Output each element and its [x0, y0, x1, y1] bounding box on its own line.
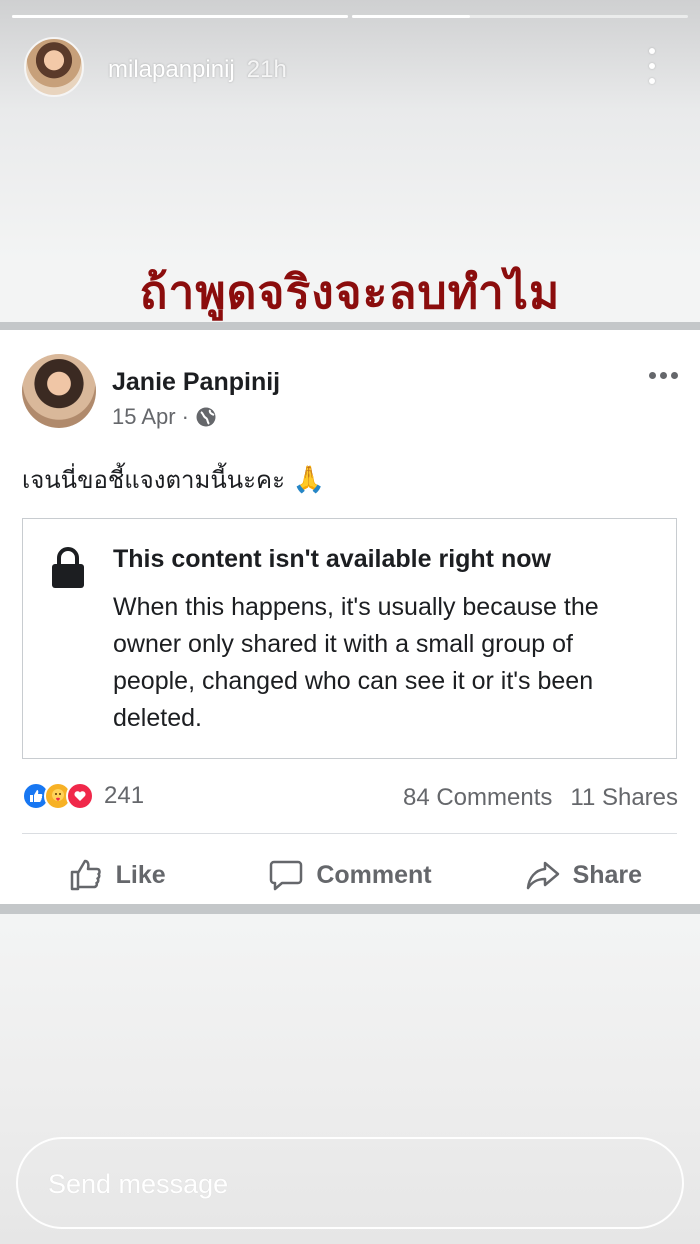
shares-count: 11 Shares	[570, 784, 678, 811]
comment-button: Comment	[233, 845, 466, 905]
globe-icon	[196, 407, 216, 427]
story-avatar[interactable]	[24, 37, 84, 97]
post-meta: 15 Apr ·	[112, 404, 217, 430]
comments-count: 84 Comments	[402, 784, 553, 811]
facebook-post-screenshot: Janie Panpinij 15 Apr · เจนนี่ขอชี้แจงตา…	[0, 322, 700, 914]
send-message-input[interactable]: Send message	[16, 1137, 684, 1229]
divider	[22, 833, 677, 834]
post-actions: Like Comment Share	[0, 845, 700, 905]
praying-hands-icon: 🙏	[292, 465, 325, 495]
like-button: Like	[0, 845, 233, 905]
story-progress-bar-1	[12, 15, 348, 18]
story-header: milapanpinij 21h	[108, 56, 287, 84]
love-reaction-icon	[66, 782, 94, 810]
post-more-icon	[649, 372, 678, 379]
unavailable-body: When this happens, it's usually because …	[113, 593, 599, 732]
post-date: 15 Apr	[112, 404, 176, 429]
send-message-placeholder: Send message	[48, 1169, 229, 1199]
post-author-name: Janie Panpinij	[112, 368, 281, 396]
story-caption: ถ้าพูดจริงจะลบทำไม	[139, 265, 561, 319]
reaction-count: 241	[104, 782, 145, 809]
story-progress-bar-2	[352, 15, 688, 18]
post-text: เจนนี่ขอชี้แจงตามนี้นะคะ 🙏	[22, 460, 325, 499]
thumbs-up-icon	[70, 859, 101, 891]
reaction-summary: 241	[22, 782, 144, 810]
unavailable-content-box: This content isn't available right now W…	[22, 518, 677, 759]
story-username[interactable]: milapanpinij	[108, 56, 235, 83]
post-text-body: เจนนี่ขอชี้แจงตามนี้นะคะ	[22, 466, 285, 494]
lock-icon	[52, 547, 84, 588]
unavailable-title: This content isn't available right now	[113, 545, 551, 573]
post-author-avatar	[22, 354, 96, 428]
story-time: 21h	[246, 56, 287, 83]
progress-fill-2	[352, 15, 470, 18]
comment-label: Comment	[316, 860, 432, 889]
progress-fill-1	[12, 15, 348, 18]
post-stats: 84 Comments 11 Shares	[403, 784, 678, 812]
like-label: Like	[115, 860, 166, 889]
share-button: Share	[467, 845, 700, 905]
share-arrow-icon	[526, 861, 559, 890]
comment-bubble-icon	[270, 860, 303, 891]
share-label: Share	[572, 860, 643, 889]
more-options-icon[interactable]	[640, 48, 664, 84]
meta-separator: ·	[181, 404, 189, 429]
